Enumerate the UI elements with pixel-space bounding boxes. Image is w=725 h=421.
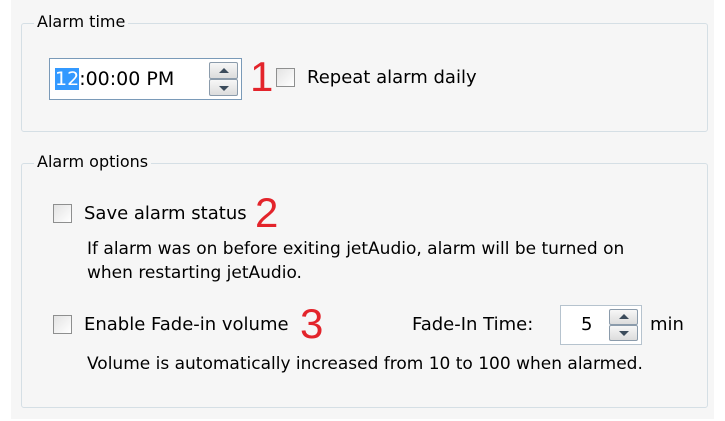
alarm-time-rest: :00:00 PM [79,68,175,90]
save-alarm-status-checkbox[interactable] [53,204,72,223]
fade-in-description: Volume is automatically increased from 1… [87,354,643,374]
arrow-up-icon [618,314,629,319]
repeat-alarm-daily-checkbox[interactable] [276,68,295,87]
save-alarm-status-label[interactable]: Save alarm status [84,203,247,225]
arrow-up-icon [218,67,229,73]
arrow-down-icon [618,331,629,336]
enable-fade-in-label[interactable]: Enable Fade-in volume [84,314,289,336]
alarm-time-group-label: Alarm time [34,12,129,32]
fade-in-time-decrement-button[interactable] [609,325,638,341]
alarm-time-spinner [209,62,238,96]
alarm-time-hours-selected[interactable]: 12 [55,68,80,90]
annotation-marker-3: 3 [300,300,324,347]
fade-in-time-unit: min [650,314,684,335]
fade-in-time-increment-button[interactable] [609,309,638,325]
save-alarm-status-description-line1: If alarm was on before exiting jetAudio,… [87,239,625,259]
alarm-time-value: 12:00:00 PM [55,68,174,91]
repeat-alarm-daily-label[interactable]: Repeat alarm daily [307,67,477,89]
save-alarm-status-description-line2: when restarting jetAudio. [87,263,302,283]
arrow-down-icon [218,85,229,91]
enable-fade-in-checkbox[interactable] [53,315,72,334]
annotation-marker-2: 2 [255,189,279,236]
alarm-time-increment-button[interactable] [209,62,238,79]
fade-in-time-spinner [609,309,638,341]
fade-in-time-label: Fade-In Time: [412,314,534,335]
alarm-options-group-label: Alarm options [34,152,152,172]
alarm-time-decrement-button[interactable] [209,79,238,96]
annotation-marker-1: 1 [250,53,274,100]
fade-in-time-value: 5 [581,314,593,335]
